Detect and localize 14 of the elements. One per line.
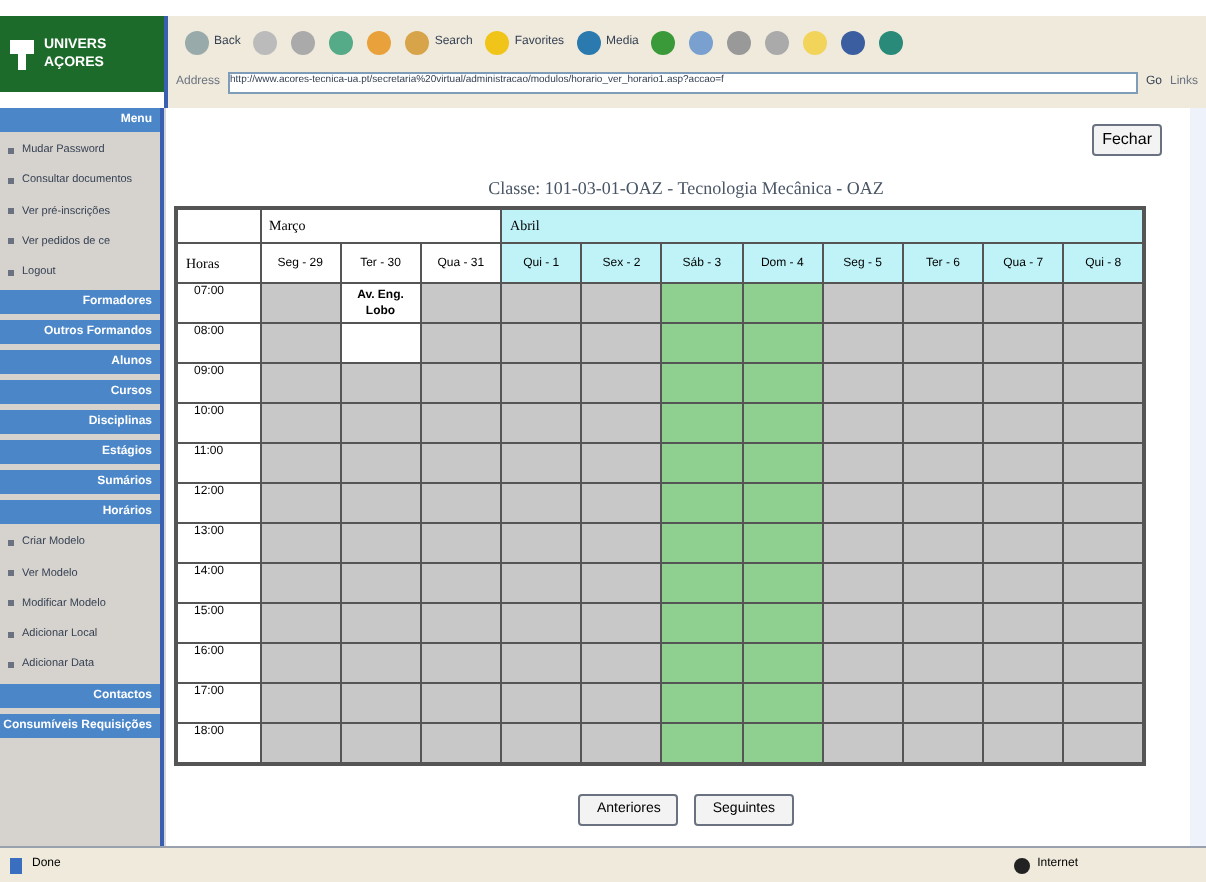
bullet-icon bbox=[8, 661, 14, 668]
bullet-icon bbox=[8, 208, 14, 215]
bullet-icon bbox=[8, 269, 14, 276]
bullet-icon bbox=[8, 570, 14, 577]
bullet-icon bbox=[8, 177, 14, 184]
close-button[interactable]: Fechar bbox=[1092, 124, 1162, 156]
bullet-icon bbox=[8, 238, 14, 245]
bullet-icon bbox=[8, 631, 14, 638]
scrollbar[interactable] bbox=[1190, 108, 1206, 846]
schedule-title: Classe: 101-03-01-OAZ - Tecnologia Mecânica - OAZ bbox=[486, 176, 886, 202]
bullet-icon bbox=[8, 539, 14, 546]
bullet-icon bbox=[8, 147, 14, 154]
building-icon bbox=[8, 36, 36, 72]
bullet-icon bbox=[8, 600, 14, 607]
